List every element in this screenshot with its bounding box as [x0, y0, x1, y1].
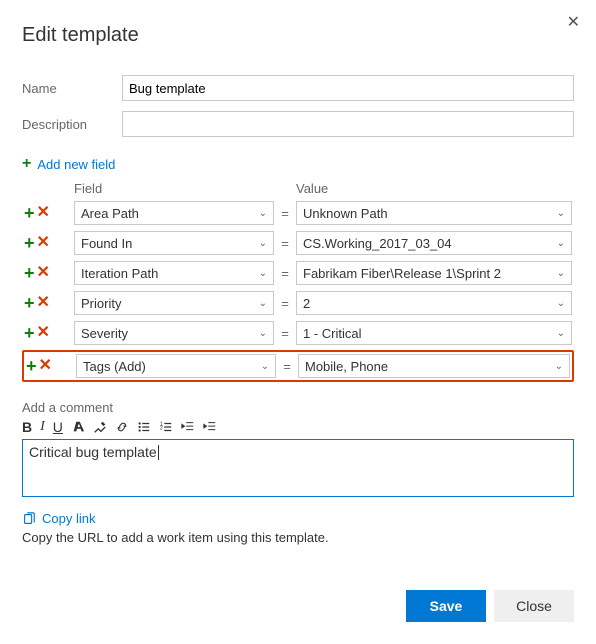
add-row-icon[interactable]: + [26, 357, 37, 375]
field-select-value: Area Path [81, 206, 139, 221]
description-input[interactable] [122, 111, 574, 137]
chevron-down-icon: ⌄ [259, 208, 267, 219]
chevron-down-icon: ⌄ [555, 361, 563, 372]
add-row-icon[interactable]: + [24, 264, 35, 282]
bullet-list-icon[interactable] [137, 420, 151, 434]
delete-row-icon[interactable]: ✕ [39, 358, 52, 374]
copy-icon [22, 512, 36, 526]
value-select[interactable]: Fabrikam Fiber\Release 1\Sprint 2 ⌄ [296, 261, 572, 285]
comment-textarea[interactable]: Critical bug template [22, 439, 574, 497]
dialog-title: Edit template [22, 24, 574, 47]
add-row-icon[interactable]: + [24, 294, 35, 312]
chevron-down-icon: ⌄ [557, 298, 565, 309]
field-row: + ✕ Priority ⌄ = 2 ⌄ [22, 290, 574, 316]
delete-row-icon[interactable]: ✕ [37, 205, 50, 221]
copy-link-description: Copy the URL to add a work item using th… [22, 530, 574, 545]
delete-row-icon[interactable]: ✕ [37, 325, 50, 341]
copy-link-button[interactable]: Copy link [22, 511, 574, 526]
equals-label: = [274, 296, 296, 311]
field-row: + ✕ Severity ⌄ = 1 - Critical ⌄ [22, 320, 574, 346]
close-icon[interactable]: ✕ [567, 12, 580, 32]
add-row-icon[interactable]: + [24, 234, 35, 252]
delete-row-icon[interactable]: ✕ [37, 295, 50, 311]
font-format-icon[interactable] [71, 420, 85, 434]
numbered-list-icon[interactable]: 12 [159, 420, 173, 434]
chevron-down-icon: ⌄ [557, 328, 565, 339]
underline-button[interactable]: U [53, 419, 63, 435]
clear-format-icon[interactable] [93, 420, 107, 434]
chevron-down-icon: ⌄ [557, 268, 565, 279]
add-row-icon[interactable]: + [24, 204, 35, 222]
value-select[interactable]: Unknown Path ⌄ [296, 201, 572, 225]
indent-icon[interactable] [203, 420, 217, 434]
equals-label: = [274, 236, 296, 251]
equals-label: = [274, 206, 296, 221]
copy-link-label: Copy link [42, 511, 95, 526]
value-select-value: CS.Working_2017_03_04 [303, 236, 452, 251]
value-select[interactable]: 1 - Critical ⌄ [296, 321, 572, 345]
chevron-down-icon: ⌄ [259, 268, 267, 279]
field-select[interactable]: Tags (Add) ⌄ [76, 354, 276, 378]
add-new-field-label: Add new field [37, 157, 115, 172]
field-select-value: Found In [81, 236, 132, 251]
svg-text:2: 2 [160, 426, 163, 432]
comment-label: Add a comment [22, 400, 574, 415]
chevron-down-icon: ⌄ [557, 208, 565, 219]
field-select[interactable]: Area Path ⌄ [74, 201, 274, 225]
link-icon[interactable] [115, 420, 129, 434]
field-row: + ✕ Tags (Add) ⌄ = Mobile, Phone ⌄ [22, 350, 574, 382]
equals-label: = [274, 266, 296, 281]
chevron-down-icon: ⌄ [261, 361, 269, 372]
column-header-value: Value [296, 181, 574, 196]
comment-toolbar: B I U 12 [22, 419, 574, 435]
value-select[interactable]: CS.Working_2017_03_04 ⌄ [296, 231, 572, 255]
column-header-field: Field [74, 181, 274, 196]
add-row-icon[interactable]: + [24, 324, 35, 342]
description-label: Description [22, 117, 122, 132]
value-select-value: Unknown Path [303, 206, 388, 221]
plus-icon: + [22, 155, 31, 173]
value-select-value: Fabrikam Fiber\Release 1\Sprint 2 [303, 266, 501, 281]
field-select[interactable]: Found In ⌄ [74, 231, 274, 255]
value-select[interactable]: 2 ⌄ [296, 291, 572, 315]
field-select-value: Tags (Add) [83, 359, 146, 374]
name-label: Name [22, 81, 122, 96]
field-row: + ✕ Found In ⌄ = CS.Working_2017_03_04 ⌄ [22, 230, 574, 256]
add-new-field-link[interactable]: + Add new field [22, 155, 574, 173]
field-select[interactable]: Priority ⌄ [74, 291, 274, 315]
chevron-down-icon: ⌄ [259, 298, 267, 309]
fields-grid: Field Value + ✕ Area Path ⌄ = Unknown Pa… [22, 181, 574, 382]
equals-label: = [274, 326, 296, 341]
bold-button[interactable]: B [22, 419, 32, 435]
name-input[interactable] [122, 75, 574, 101]
italic-button[interactable]: I [40, 419, 45, 435]
value-select[interactable]: Mobile, Phone ⌄ [298, 354, 570, 378]
save-button[interactable]: Save [406, 590, 486, 622]
field-row: + ✕ Area Path ⌄ = Unknown Path ⌄ [22, 200, 574, 226]
field-select[interactable]: Severity ⌄ [74, 321, 274, 345]
chevron-down-icon: ⌄ [259, 328, 267, 339]
field-select-value: Severity [81, 326, 128, 341]
close-button[interactable]: Close [494, 590, 574, 622]
delete-row-icon[interactable]: ✕ [37, 235, 50, 251]
value-select-value: Mobile, Phone [305, 359, 388, 374]
field-row: + ✕ Iteration Path ⌄ = Fabrikam Fiber\Re… [22, 260, 574, 286]
field-select[interactable]: Iteration Path ⌄ [74, 261, 274, 285]
outdent-icon[interactable] [181, 420, 195, 434]
chevron-down-icon: ⌄ [259, 238, 267, 249]
equals-label: = [276, 359, 298, 374]
delete-row-icon[interactable]: ✕ [37, 265, 50, 281]
value-select-value: 1 - Critical [303, 326, 362, 341]
field-select-value: Priority [81, 296, 121, 311]
chevron-down-icon: ⌄ [557, 238, 565, 249]
value-select-value: 2 [303, 296, 310, 311]
field-select-value: Iteration Path [81, 266, 158, 281]
